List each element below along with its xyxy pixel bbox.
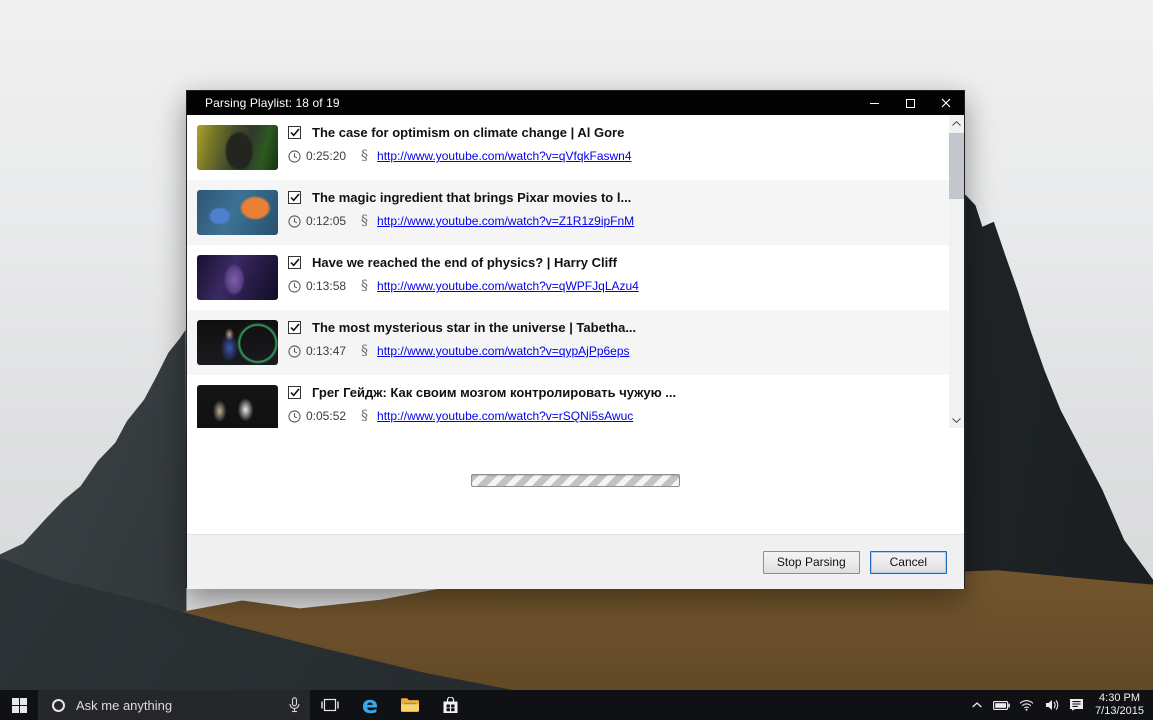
video-url[interactable]: http://www.youtube.com/watch?v=qWPFJqLAz… — [377, 279, 639, 293]
chevron-down-icon — [952, 418, 961, 423]
item-checkbox[interactable] — [288, 126, 301, 139]
scroll-up-button[interactable] — [949, 115, 964, 131]
video-title: The magic ingredient that brings Pixar m… — [312, 190, 631, 205]
edge-taskbar-button[interactable]: e — [350, 690, 390, 720]
video-thumbnail — [197, 190, 278, 235]
chevron-up-icon — [972, 702, 982, 708]
minimize-icon — [870, 103, 879, 104]
dialog-footer: Stop Parsing Cancel — [187, 534, 964, 589]
video-thumbnail — [197, 320, 278, 365]
video-title: Have we reached the end of physics? | Ha… — [312, 255, 617, 270]
duration-clock-icon — [288, 150, 301, 163]
video-list-panel: The case for optimism on climate change … — [187, 115, 964, 428]
battery-tray-button[interactable] — [989, 690, 1014, 720]
playlist-row: The most mysterious star in the universe… — [187, 310, 951, 375]
progress-area — [187, 428, 964, 534]
dialog-title: Parsing Playlist: 18 of 19 — [187, 96, 340, 110]
video-url[interactable]: http://www.youtube.com/watch?v=qypAjPp6e… — [377, 344, 629, 358]
clock-date: 7/13/2015 — [1095, 705, 1144, 718]
cortana-icon — [52, 699, 65, 712]
edge-icon: e — [362, 694, 378, 716]
video-url[interactable]: http://www.youtube.com/watch?v=rSQNi5sAw… — [377, 409, 633, 423]
cortana-search-box[interactable]: Ask me anything — [38, 690, 310, 720]
parsing-progress-bar — [471, 474, 680, 487]
link-icon: § — [361, 148, 368, 164]
system-tray: 4:30 PM 7/13/2015 — [964, 690, 1153, 720]
check-icon — [290, 258, 300, 267]
speaker-icon — [1045, 699, 1059, 711]
video-url[interactable]: http://www.youtube.com/watch?v=Z1R1z9ipF… — [377, 214, 634, 228]
item-checkbox[interactable] — [288, 191, 301, 204]
windows-logo-icon — [12, 698, 27, 713]
start-button[interactable] — [0, 690, 38, 720]
close-button[interactable] — [928, 91, 964, 115]
taskbar: Ask me anything e — [0, 690, 1153, 720]
cancel-button[interactable]: Cancel — [870, 551, 947, 574]
close-icon — [941, 98, 951, 108]
video-duration: 0:12:05 — [306, 214, 346, 228]
search-placeholder: Ask me anything — [76, 698, 172, 713]
check-icon — [290, 193, 300, 202]
store-icon — [442, 697, 459, 714]
task-view-button[interactable] — [310, 690, 350, 720]
item-checkbox[interactable] — [288, 256, 301, 269]
tray-overflow-button[interactable] — [964, 690, 989, 720]
window-controls — [856, 91, 964, 115]
duration-clock-icon — [288, 345, 301, 358]
chevron-up-icon — [952, 121, 961, 126]
video-thumbnail — [197, 125, 278, 170]
check-icon — [290, 323, 300, 332]
link-icon: § — [361, 278, 368, 294]
video-duration: 0:25:20 — [306, 149, 346, 163]
duration-clock-icon — [288, 215, 301, 228]
wifi-icon — [1019, 700, 1034, 711]
action-center-button[interactable] — [1064, 690, 1089, 720]
playlist-row: The magic ingredient that brings Pixar m… — [187, 180, 951, 245]
check-icon — [290, 128, 300, 137]
video-thumbnail — [197, 255, 278, 300]
file-explorer-icon — [400, 697, 420, 713]
dialog-titlebar[interactable]: Parsing Playlist: 18 of 19 — [187, 91, 964, 115]
battery-icon — [993, 701, 1010, 710]
scroll-down-button[interactable] — [949, 412, 964, 428]
video-duration: 0:13:58 — [306, 279, 346, 293]
action-center-icon — [1069, 698, 1084, 712]
playlist-row: Грег Гейдж: Как своим мозгом контролиров… — [187, 375, 951, 428]
playlist-row: Have we reached the end of physics? | Ha… — [187, 245, 951, 310]
link-icon: § — [361, 343, 368, 359]
wifi-tray-button[interactable] — [1014, 690, 1039, 720]
parsing-playlist-dialog: Parsing Playlist: 18 of 19 The case for … — [186, 90, 965, 588]
maximize-button[interactable] — [892, 91, 928, 115]
scrollbar-thumb[interactable] — [949, 133, 964, 199]
file-explorer-taskbar-button[interactable] — [390, 690, 430, 720]
video-title: The most mysterious star in the universe… — [312, 320, 636, 335]
duration-clock-icon — [288, 280, 301, 293]
link-icon: § — [361, 408, 368, 424]
video-duration: 0:13:47 — [306, 344, 346, 358]
minimize-button[interactable] — [856, 91, 892, 115]
video-thumbnail — [197, 385, 278, 428]
check-icon — [290, 388, 300, 397]
microphone-icon[interactable] — [289, 697, 300, 718]
playlist-row: The case for optimism on climate change … — [187, 115, 951, 180]
video-title: Грег Гейдж: Как своим мозгом контролиров… — [312, 385, 676, 400]
video-title: The case for optimism on climate change … — [312, 125, 624, 140]
list-scrollbar[interactable] — [949, 115, 964, 428]
video-url[interactable]: http://www.youtube.com/watch?v=qVfqkFasw… — [377, 149, 631, 163]
item-checkbox[interactable] — [288, 386, 301, 399]
volume-tray-button[interactable] — [1039, 690, 1064, 720]
taskbar-clock[interactable]: 4:30 PM 7/13/2015 — [1095, 692, 1144, 718]
task-view-icon — [321, 698, 339, 712]
desktop: Parsing Playlist: 18 of 19 The case for … — [0, 0, 1153, 720]
video-list: The case for optimism on climate change … — [187, 115, 951, 428]
store-taskbar-button[interactable] — [430, 690, 470, 720]
clock-time: 4:30 PM — [1095, 692, 1144, 705]
maximize-icon — [906, 99, 915, 108]
duration-clock-icon — [288, 410, 301, 423]
stop-parsing-button[interactable]: Stop Parsing — [763, 551, 860, 574]
item-checkbox[interactable] — [288, 321, 301, 334]
video-duration: 0:05:52 — [306, 409, 346, 423]
link-icon: § — [361, 213, 368, 229]
